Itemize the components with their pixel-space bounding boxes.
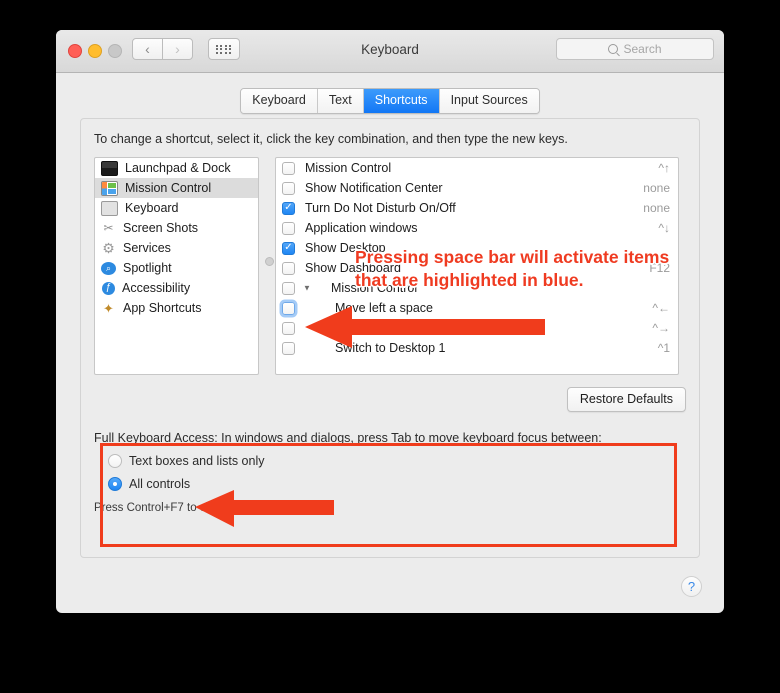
tab-keyboard[interactable]: Keyboard [241,89,318,113]
shortcut-label: Move left a space [335,301,433,315]
shortcut-label: Switch to Desktop 1 [335,341,446,355]
accessibility-icon: ƒ [102,281,115,295]
radio-button[interactable] [108,477,122,491]
full-keyboard-access-note: Press Control+F7 to change this setting. [94,502,299,514]
sidebar-item-label: Spotlight [123,261,172,275]
spotlight-search-icon: ⌕ [101,261,116,275]
shortcut-row[interactable]: Application windows ^↓ [276,218,678,238]
shortcut-label: Application windows [305,221,418,235]
shortcut-row[interactable]: Show Dashboard F12 [276,258,678,278]
sidebar-item-label: Accessibility [122,281,191,295]
shortcut-row[interactable]: Show Notification Center none [276,178,678,198]
shortcut-row[interactable]: ▼ Mission Control [276,278,678,298]
radio-option-text-boxes-and-lists-only[interactable]: Text boxes and lists only [108,454,688,468]
shortcut-label: Move right a space [335,321,441,335]
shortcut-key-combination[interactable]: ^↑ [638,161,670,175]
shortcut-key-combination[interactable]: ^1 [638,341,670,355]
tab-shortcuts[interactable]: Shortcuts [363,89,440,113]
search-icon [608,44,619,54]
app-shortcuts-icon: ✦ [103,300,114,316]
shortcut-key-combination[interactable]: ^← [638,301,670,315]
shortcut-checkbox[interactable] [282,261,295,275]
shortcut-checkbox[interactable]: ✓ [282,241,295,255]
shortcut-label: Mission Control [305,161,392,175]
sidebar-item-mission-control[interactable]: Mission Control [95,178,258,198]
preferences-window: ‹ › Keyboard Search Keyboard Text Shortcut… [56,30,724,613]
shortcut-checkbox[interactable] [282,281,295,295]
shortcut-label: Turn Do Not Disturb On/Off [305,201,456,215]
full-keyboard-access-title: Full Keyboard Access: In windows and dia… [94,431,602,445]
shortcut-label: Show Notification Center [305,181,443,195]
shortcut-checkbox[interactable] [282,341,295,355]
sidebar-item-screen-shots[interactable]: ✂ Screen Shots [95,218,258,238]
shortcut-key-combination[interactable]: none [638,181,670,195]
shortcut-row[interactable]: Mission Control ^↑ [276,158,678,178]
shortcut-row[interactable]: Move right a space ^→ [276,318,678,338]
sidebar-item-label: Launchpad & Dock [125,161,231,175]
full-keyboard-access-options: Text boxes and lists only All controls [94,454,688,491]
sidebar-item-services[interactable]: ⚙ Services [95,238,258,258]
shortcut-checkbox[interactable]: ✓ [282,201,295,215]
mission-control-icon [101,180,118,196]
shortcut-key-combination[interactable]: ^↓ [638,221,670,235]
splitter-handle[interactable] [265,257,274,266]
sidebar-item-label: Mission Control [125,181,212,195]
shortcut-row[interactable]: Switch to Desktop 1 ^1 [276,338,678,358]
sidebar-item-label: Screen Shots [123,221,199,235]
sidebar-item-label: Services [123,241,171,255]
shortcut-checkbox[interactable] [282,181,295,195]
screenshots-icon: ✂ [103,221,114,235]
shortcuts-panel: To change a shortcut, select it, click t… [80,118,700,558]
shortcut-row[interactable]: ✓ Show Desktop [276,238,678,258]
tab-bar: Keyboard Text Shortcuts Input Sources [56,88,724,114]
full-keyboard-access-section: Full Keyboard Access: In windows and dia… [94,431,688,514]
category-list[interactable]: Launchpad & Dock Mission Control Keyboard ✂… [94,157,259,375]
sidebar-item-accessibility[interactable]: ƒ Accessibility [95,278,258,298]
restore-defaults-button[interactable]: Restore Defaults [566,387,686,412]
sidebar-item-app-shortcuts[interactable]: ✦ App Shortcuts [95,298,258,318]
shortcut-row[interactable]: Move left a space ^← [276,298,678,318]
search-input[interactable]: Search [556,38,714,60]
shortcut-label: Mission Control [331,281,418,295]
instruction-text: To change a shortcut, select it, click t… [94,132,568,146]
radio-option-label: Text boxes and lists only [129,454,265,468]
window-titlebar: ‹ › Keyboard Search [56,30,724,73]
shortcut-label: Show Dashboard [305,261,401,275]
shortcut-row[interactable]: ✓ Turn Do Not Disturb On/Off none [276,198,678,218]
shortcut-checkbox[interactable] [282,301,295,315]
keyboard-icon [101,200,118,216]
shortcut-list[interactable]: Mission Control ^↑ Show Notification Cente… [275,157,679,375]
tab-input-sources[interactable]: Input Sources [439,89,539,113]
shortcut-key-combination[interactable]: ^→ [638,321,670,335]
shortcut-checkbox[interactable] [282,221,295,235]
shortcut-checkbox[interactable] [282,321,295,335]
shortcut-key-combination[interactable]: F12 [638,261,670,275]
shortcut-label: Show Desktop [305,241,386,255]
sidebar-item-launchpad-dock[interactable]: Launchpad & Dock [95,158,258,178]
radio-button[interactable] [108,454,122,468]
tab-text[interactable]: Text [317,89,364,113]
sidebar-item-label: App Shortcuts [123,301,202,315]
services-gear-icon: ⚙ [102,240,115,256]
shortcut-checkbox[interactable] [282,161,295,175]
radio-option-all-controls[interactable]: All controls [108,477,688,491]
sidebar-item-label: Keyboard [125,201,179,215]
search-placeholder: Search [623,42,662,56]
tab-group: Keyboard Text Shortcuts Input Sources [240,88,540,114]
help-button[interactable]: ? [681,576,702,597]
radio-option-label: All controls [129,477,191,491]
pane-splitter[interactable] [262,157,274,375]
disclosure-triangle-icon[interactable]: ▼ [303,284,311,293]
launchpad-icon [101,160,118,176]
shortcut-key-combination[interactable]: none [638,201,670,215]
sidebar-item-keyboard[interactable]: Keyboard [95,198,258,218]
sidebar-item-spotlight[interactable]: ⌕ Spotlight [95,258,258,278]
